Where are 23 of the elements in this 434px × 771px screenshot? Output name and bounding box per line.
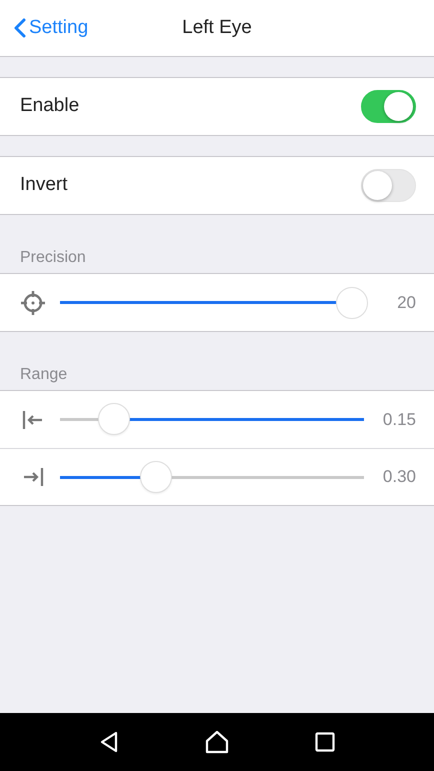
bar-left-arrow-icon xyxy=(22,410,44,430)
slider-thumb[interactable] xyxy=(336,286,368,318)
setting-label: Invert xyxy=(20,173,69,198)
section-header: Range xyxy=(20,365,68,385)
slider-value: 20 xyxy=(396,292,416,314)
slider-thumb[interactable] xyxy=(98,403,130,435)
right-arrow-bar-icon xyxy=(22,467,44,487)
home-icon xyxy=(205,730,229,754)
back-button[interactable]: Setting xyxy=(10,0,92,56)
back-icon xyxy=(99,731,119,753)
chevron-left-icon xyxy=(14,18,26,38)
page-title: Left Eye xyxy=(182,16,252,40)
crosshair-icon xyxy=(20,290,46,316)
recents-nav-button[interactable] xyxy=(315,732,335,752)
setting-label: Enable xyxy=(20,94,80,118)
back-nav-button[interactable] xyxy=(99,731,119,753)
square-icon xyxy=(315,732,335,752)
slider-thumb[interactable] xyxy=(140,460,172,492)
section-header: Precision xyxy=(20,248,86,268)
toggle-switch[interactable] xyxy=(361,90,416,123)
home-nav-button[interactable] xyxy=(205,730,229,754)
slider-value: 0.15 xyxy=(382,408,416,431)
slider-value: 0.30 xyxy=(382,466,416,488)
